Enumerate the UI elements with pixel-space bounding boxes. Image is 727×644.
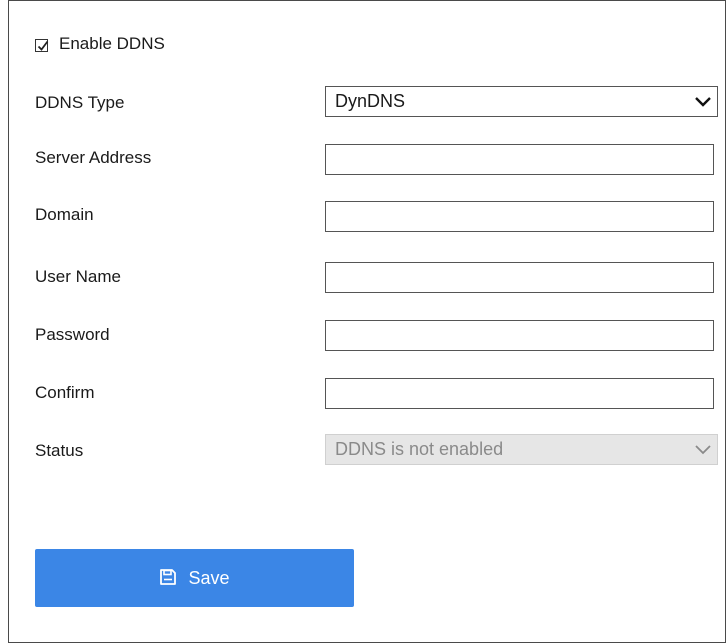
ddns-type-select[interactable]: DynDNS bbox=[325, 86, 718, 117]
password-label: Password bbox=[35, 325, 110, 344]
enable-ddns-row: Enable DDNS bbox=[35, 34, 165, 54]
floppy-disk-icon bbox=[159, 568, 177, 589]
enable-ddns-checkbox[interactable] bbox=[35, 39, 49, 52]
password-input[interactable] bbox=[325, 320, 714, 351]
confirm-password-input[interactable] bbox=[325, 378, 714, 409]
server-address-label: Server Address bbox=[35, 148, 152, 167]
domain-label: Domain bbox=[35, 205, 94, 224]
chevron-down-icon bbox=[691, 86, 715, 117]
ddns-type-value: DynDNS bbox=[335, 91, 406, 111]
check-icon bbox=[37, 40, 49, 51]
save-button-label: Save bbox=[188, 567, 230, 588]
save-button[interactable]: Save bbox=[35, 549, 354, 607]
domain-input[interactable] bbox=[325, 201, 714, 232]
server-address-input[interactable] bbox=[325, 144, 714, 175]
status-label: Status bbox=[35, 441, 84, 460]
status-value: DDNS is not enabled bbox=[335, 439, 504, 459]
status-select: DDNS is not enabled bbox=[325, 434, 718, 465]
chevron-down-icon bbox=[691, 434, 715, 465]
user-name-label: User Name bbox=[35, 267, 121, 286]
enable-ddns-label: Enable DDNS bbox=[59, 34, 165, 53]
confirm-label: Confirm bbox=[35, 383, 95, 402]
ddns-type-label: DDNS Type bbox=[35, 93, 125, 112]
user-name-input[interactable] bbox=[325, 262, 714, 293]
